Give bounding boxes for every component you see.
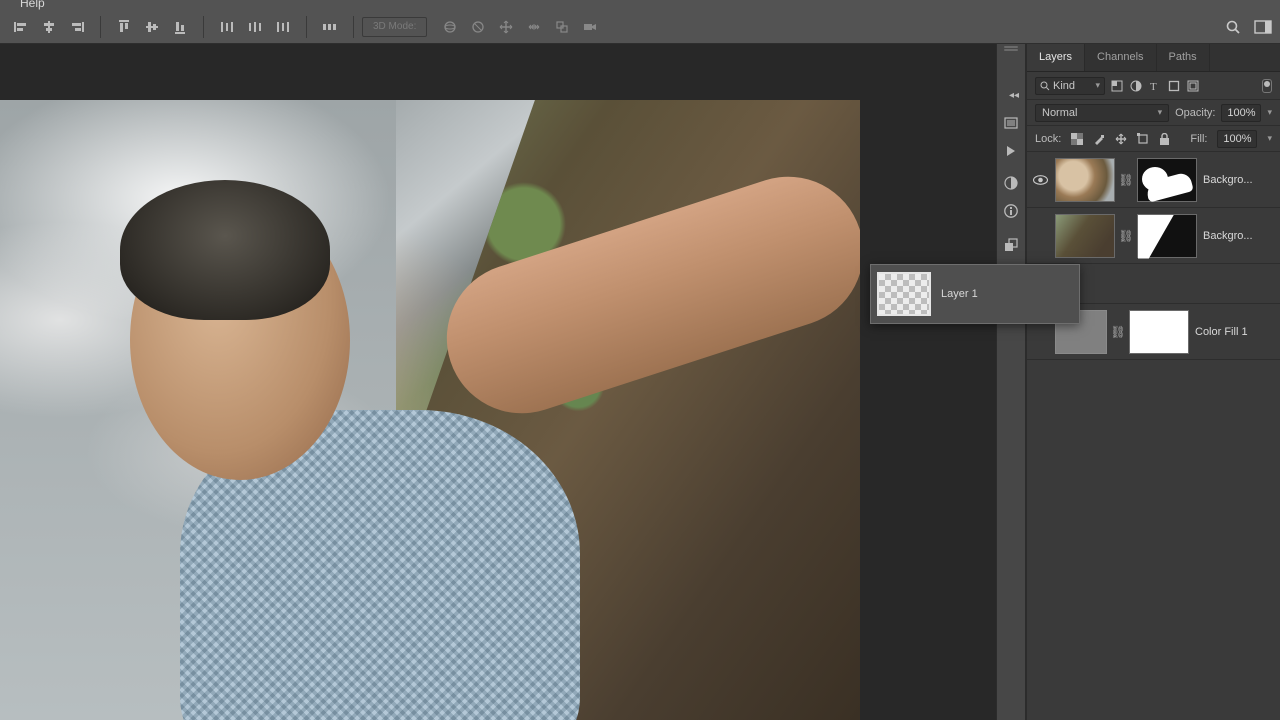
panels: Layers Channels Paths Kind ▾ T Normal [1026, 44, 1280, 720]
blend-row: Normal ▾ Opacity: 100% ▾ [1027, 100, 1280, 126]
lock-row: Lock: Fill: 100% ▾ [1027, 126, 1280, 152]
clone-source-panel-icon[interactable] [1000, 234, 1022, 256]
align-top-icon[interactable] [113, 16, 135, 38]
distribute-h-right-icon[interactable] [272, 16, 294, 38]
svg-text:T: T [1150, 81, 1157, 92]
filter-kind-select[interactable]: Kind ▾ [1035, 77, 1105, 95]
layer-thumbnail[interactable] [1055, 158, 1115, 202]
opacity-label: Opacity: [1175, 107, 1215, 119]
search-icon[interactable] [1222, 16, 1244, 38]
layer-mask-thumbnail[interactable] [1129, 310, 1189, 354]
layer-mask-thumbnail[interactable] [1137, 158, 1197, 202]
filter-smart-icon[interactable] [1187, 80, 1199, 92]
blend-mode-select[interactable]: Normal ▾ [1035, 104, 1169, 122]
collapse-dock-icon[interactable]: ◂◂ [1004, 90, 1024, 101]
blend-mode-value: Normal [1042, 107, 1077, 119]
visibility-toggle-icon[interactable] [1031, 227, 1049, 245]
align-right-icon[interactable] [66, 16, 88, 38]
3d-roll-icon[interactable] [467, 16, 489, 38]
layer-name[interactable]: Backgro... [1203, 174, 1253, 186]
filter-kind-label: Kind [1053, 80, 1075, 92]
3d-pan-icon[interactable] [495, 16, 517, 38]
chevron-down-icon: ▾ [1158, 107, 1163, 118]
distribute-spacing-icon[interactable] [319, 16, 341, 38]
tab-channels[interactable]: Channels [1085, 44, 1156, 71]
3d-camera-icon[interactable] [579, 16, 601, 38]
align-center-v-icon[interactable] [141, 16, 163, 38]
layer-list: ⛓ Backgro... ⛓ Backgro... [1027, 152, 1280, 720]
canvas-image [0, 100, 860, 720]
lock-pixels-icon[interactable] [1093, 133, 1105, 145]
layer-name[interactable]: Color Fill 1 [1195, 326, 1248, 338]
drag-layer-thumbnail [877, 272, 931, 316]
layer-row[interactable]: ⛓ Backgro... [1027, 152, 1280, 208]
panel-tabs: Layers Channels Paths [1027, 44, 1280, 72]
3d-slide-icon[interactable] [523, 16, 545, 38]
filter-adjust-icon[interactable] [1130, 80, 1142, 92]
menu-help[interactable]: Help [20, 0, 45, 10]
document-canvas[interactable] [0, 100, 860, 720]
3d-mode-button[interactable]: 3D Mode: [362, 17, 427, 37]
workspace: ◂◂ Layers Channels Paths Kind ▾ T [0, 44, 1280, 720]
align-left-icon[interactable] [10, 16, 32, 38]
layer-row[interactable]: ⛓ Backgro... [1027, 208, 1280, 264]
drag-layer-popup: Layer 1 [870, 264, 1080, 324]
lock-label: Lock: [1035, 133, 1061, 145]
lock-artboard-icon[interactable] [1137, 133, 1149, 145]
layer-link-icon[interactable]: ⛓ [1113, 325, 1123, 339]
history-panel-icon[interactable] [1000, 112, 1022, 134]
layer-name[interactable]: Backgro... [1203, 230, 1253, 242]
filter-type-icon[interactable]: T [1149, 80, 1161, 92]
layer-mask-thumbnail[interactable] [1137, 214, 1197, 258]
lock-transparency-icon[interactable] [1071, 133, 1083, 145]
chevron-down-icon[interactable]: ▾ [1267, 133, 1272, 144]
layer-link-icon[interactable]: ⛓ [1121, 229, 1131, 243]
filter-toggle-icon[interactable] [1262, 79, 1272, 93]
options-bar: 3D Mode: [0, 10, 1280, 44]
lock-position-icon[interactable] [1115, 133, 1127, 145]
distribute-h-left-icon[interactable] [216, 16, 238, 38]
dock-grip[interactable] [996, 46, 1026, 54]
fill-label: Fill: [1190, 133, 1207, 145]
visibility-toggle-icon[interactable] [1031, 323, 1049, 341]
filter-shape-icon[interactable] [1168, 80, 1180, 92]
layer-link-icon[interactable]: ⛓ [1121, 173, 1131, 187]
info-panel-icon[interactable] [1000, 200, 1022, 222]
opacity-field[interactable]: 100% [1221, 104, 1261, 122]
3d-orbit-icon[interactable] [439, 16, 461, 38]
screen-mode-icon[interactable] [1252, 16, 1274, 38]
tab-paths[interactable]: Paths [1157, 44, 1210, 71]
lock-all-icon[interactable] [1159, 133, 1170, 145]
layer-thumbnail[interactable] [1055, 214, 1115, 258]
fill-field[interactable]: 100% [1217, 130, 1257, 148]
chevron-down-icon: ▾ [1095, 80, 1100, 91]
chevron-down-icon[interactable]: ▾ [1267, 107, 1272, 118]
drag-layer-name: Layer 1 [941, 288, 978, 300]
distribute-h-center-icon[interactable] [244, 16, 266, 38]
tab-layers[interactable]: Layers [1027, 44, 1085, 71]
filter-pixel-icon[interactable] [1111, 80, 1123, 92]
layer-filter-bar: Kind ▾ T [1027, 72, 1280, 100]
align-center-h-icon[interactable] [38, 16, 60, 38]
adjustments-panel-icon[interactable] [1000, 172, 1022, 194]
align-bottom-icon[interactable] [169, 16, 191, 38]
3d-scale-icon[interactable] [551, 16, 573, 38]
menu-bar: Help [0, 0, 1280, 10]
actions-panel-icon[interactable] [1000, 140, 1022, 162]
visibility-toggle-icon[interactable] [1031, 171, 1049, 189]
